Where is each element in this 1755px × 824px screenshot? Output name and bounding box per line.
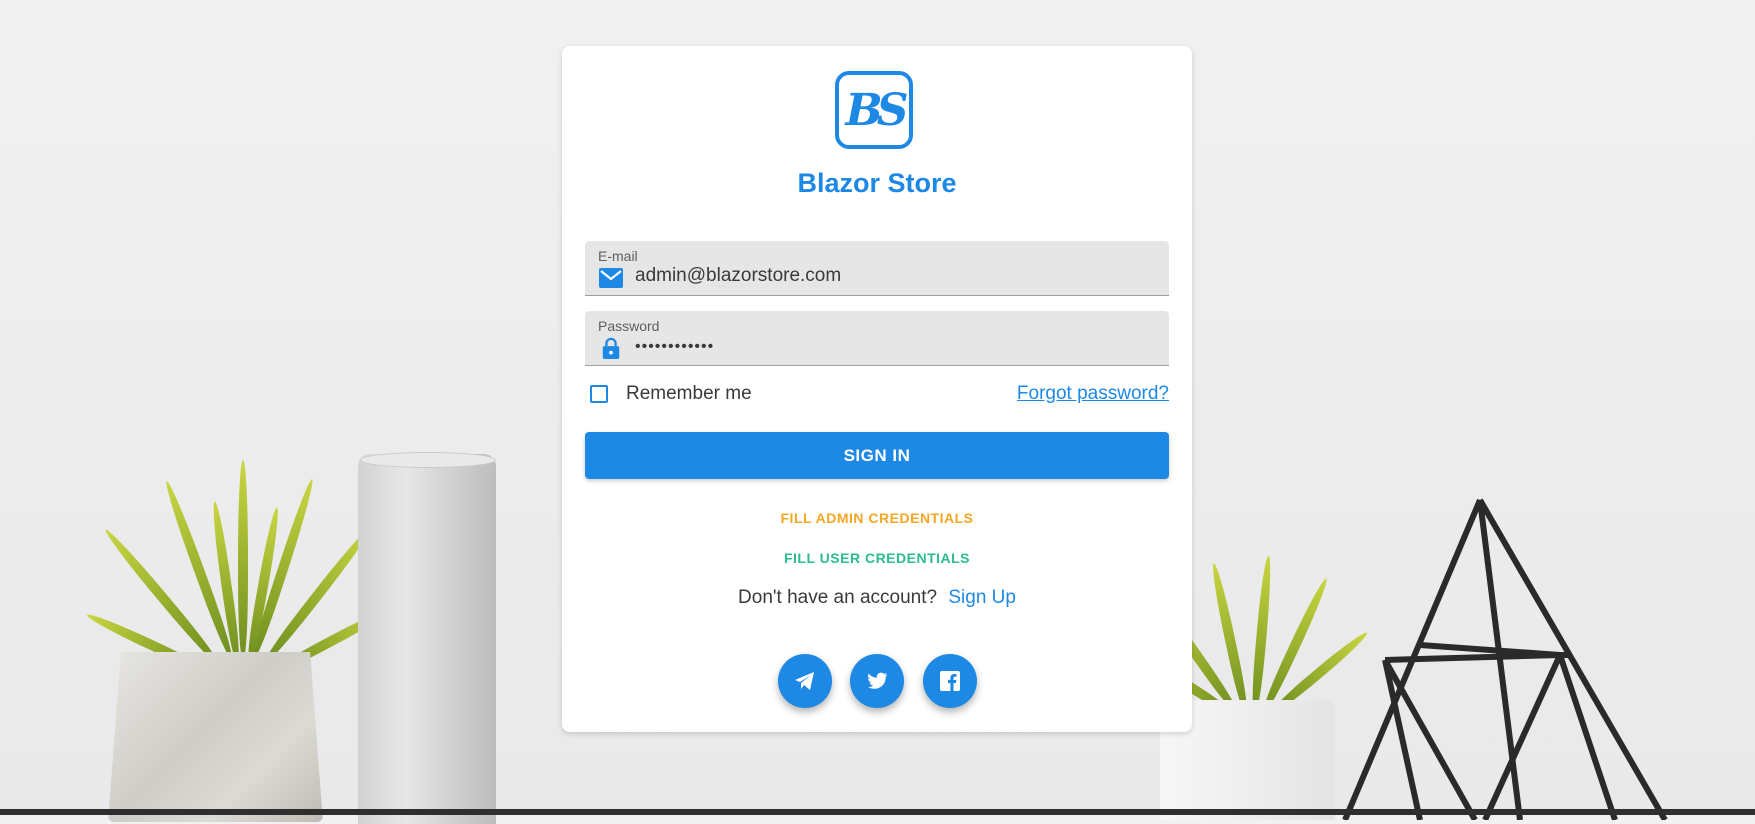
telegram-icon: [795, 672, 814, 690]
email-icon: [599, 267, 623, 289]
signup-row: Don't have an account? Sign Up: [562, 587, 1192, 609]
twitter-button[interactable]: [850, 654, 904, 708]
logo-text: BS: [845, 84, 909, 136]
fill-admin-credentials-button[interactable]: FILL ADMIN CREDENTIALS: [562, 510, 1192, 526]
twitter-icon: [868, 672, 888, 689]
lock-icon: [599, 337, 623, 359]
login-card: BS Blazor Store E-mail admin@blazorstore…: [562, 46, 1192, 732]
sign-in-button[interactable]: SIGN IN: [585, 432, 1169, 479]
remember-label[interactable]: Remember me: [626, 383, 752, 405]
email-label: E-mail: [598, 248, 638, 264]
email-input[interactable]: admin@blazorstore.com: [635, 265, 841, 287]
telegram-button[interactable]: [778, 654, 832, 708]
fill-user-credentials-button[interactable]: FILL USER CREDENTIALS: [562, 550, 1192, 566]
password-label: Password: [598, 318, 660, 334]
forgot-password-link[interactable]: Forgot password?: [1017, 383, 1169, 405]
remember-checkbox[interactable]: [590, 385, 608, 403]
remember-row: Remember me Forgot password?: [585, 380, 1169, 410]
facebook-button[interactable]: [923, 654, 977, 708]
brand-title: Blazor Store: [797, 168, 957, 198]
stone-pot: [108, 652, 323, 822]
wire-pyramid: [1325, 495, 1685, 822]
shelf: [0, 809, 1755, 815]
email-field[interactable]: E-mail admin@blazorstore.com: [585, 241, 1169, 296]
sign-up-link[interactable]: Sign Up: [948, 587, 1016, 608]
facebook-icon: [940, 671, 960, 691]
brand-logo: BS: [835, 71, 913, 149]
no-account-text: Don't have an account?: [738, 587, 938, 608]
password-field[interactable]: Password ••••••••••••: [585, 311, 1169, 366]
vase-cylinder: [358, 454, 496, 824]
password-input[interactable]: ••••••••••••: [635, 338, 714, 356]
